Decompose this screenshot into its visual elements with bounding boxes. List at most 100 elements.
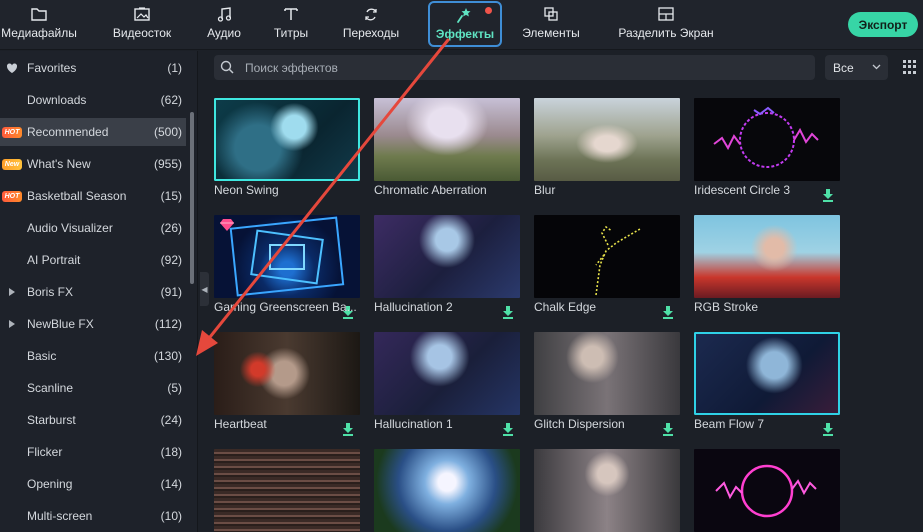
sidebar-item-count: (14) xyxy=(160,477,182,491)
sidebar-item-label: Multi-screen xyxy=(27,509,93,523)
effect-card-glitch-dispersion[interactable]: Glitch Dispersion xyxy=(534,332,680,440)
sidebar-item-basic[interactable]: Basic (130) xyxy=(0,342,186,370)
sidebar-item-newblue-fx[interactable]: NewBlue FX (112) xyxy=(0,310,186,338)
sidebar-item-label: Basketball Season xyxy=(27,189,127,203)
effect-thumbnail[interactable] xyxy=(214,215,360,298)
magic-star-icon xyxy=(456,6,474,24)
effect-card-row4-1[interactable] xyxy=(214,449,360,532)
effect-thumbnail[interactable] xyxy=(534,215,680,298)
sidebar-item-basketball-season[interactable]: HOT Basketball Season (15) xyxy=(0,182,186,210)
effect-card-heartbeat[interactable]: Heartbeat xyxy=(214,332,360,440)
effect-card-chalk-edge[interactable]: Chalk Edge xyxy=(534,215,680,323)
grid-view-icon[interactable] xyxy=(903,60,917,74)
tab-media[interactable]: Медиафайлы xyxy=(0,0,78,50)
effect-card-row4-3[interactable] xyxy=(534,449,680,532)
effect-card-iridescent-circle-3[interactable]: Iridescent Circle 3 xyxy=(694,98,840,206)
effect-thumbnail[interactable] xyxy=(534,449,680,532)
effect-title: Gaming Greenscreen Ba... xyxy=(214,300,357,314)
effect-thumbnail[interactable] xyxy=(214,332,360,415)
tab-effects[interactable]: Эффекты xyxy=(428,1,502,47)
elements-icon xyxy=(542,5,560,23)
sidebar-item-count: (112) xyxy=(154,317,182,331)
sidebar-item-count: (62) xyxy=(160,93,182,107)
tab-label: Элементы xyxy=(522,26,580,40)
tab-stock[interactable]: Видеосток xyxy=(108,0,176,50)
effect-thumbnail[interactable] xyxy=(694,215,840,298)
sidebar-item-opening[interactable]: Opening (14) xyxy=(0,470,186,498)
sidebar-item-multi-screen[interactable]: Multi-screen (10) xyxy=(0,502,186,530)
effect-card-hallucination-1[interactable]: Hallucination 1 xyxy=(374,332,520,440)
effect-thumbnail[interactable] xyxy=(374,449,520,532)
sidebar-item-label: NewBlue FX xyxy=(27,317,94,331)
effect-card-beam-flow-7[interactable]: Beam Flow 7 xyxy=(694,332,840,440)
tab-label: Разделить Экран xyxy=(618,26,714,40)
tab-split-screen[interactable]: Разделить Экран xyxy=(616,0,716,50)
tab-label: Аудио xyxy=(207,26,241,40)
effect-thumbnail[interactable] xyxy=(374,215,520,298)
effect-card-hallucination-2[interactable]: Hallucination 2 xyxy=(374,215,520,323)
sidebar-item-label: AI Portrait xyxy=(27,253,81,267)
effect-thumbnail[interactable] xyxy=(214,449,360,532)
sidebar-item-audio-visualizer[interactable]: Audio Visualizer (26) xyxy=(0,214,186,242)
tab-audio[interactable]: Аудио xyxy=(202,0,246,50)
effect-thumbnail[interactable] xyxy=(374,98,520,181)
folder-icon xyxy=(30,5,48,23)
sidebar-scrollbar[interactable] xyxy=(190,112,194,284)
iridescent-circle-art xyxy=(713,106,819,168)
sidebar-item-recommended[interactable]: HOT Recommended (500) xyxy=(0,118,186,146)
text-icon xyxy=(282,5,300,23)
tab-elements[interactable]: Элементы xyxy=(520,0,582,50)
sidebar-item-starburst[interactable]: Starburst (24) xyxy=(0,406,186,434)
new-badge: New xyxy=(0,150,24,178)
effect-card-row4-4[interactable] xyxy=(694,449,840,532)
expand-arrow-icon[interactable] xyxy=(0,310,24,338)
effect-card-rgb-stroke[interactable]: RGB Stroke xyxy=(694,215,840,323)
sidebar-item-count: (26) xyxy=(160,221,182,235)
search-box[interactable] xyxy=(214,55,815,80)
sidebar-item-label: Recommended xyxy=(27,125,109,139)
effect-thumbnail[interactable] xyxy=(534,332,680,415)
tab-label: Видеосток xyxy=(112,26,172,40)
sidebar-item-count: (18) xyxy=(160,445,182,459)
collapse-sidebar-handle[interactable]: ◀ xyxy=(200,272,209,306)
tunnel-art xyxy=(229,216,345,297)
effect-card-neon-swing[interactable]: Neon Swing xyxy=(214,98,360,206)
sidebar-item-ai-portrait[interactable]: AI Portrait (92) xyxy=(0,246,186,274)
notification-dot xyxy=(485,7,492,14)
sidebar-item-label: What's New xyxy=(27,157,91,171)
sidebar-item-count: (130) xyxy=(153,349,182,363)
sidebar-item-label: Flicker xyxy=(27,445,63,459)
effect-card-gaming-greenscreen[interactable]: Gaming Greenscreen Ba... xyxy=(214,215,360,323)
effect-thumbnail[interactable] xyxy=(214,98,360,181)
effect-thumbnail[interactable] xyxy=(534,98,680,181)
filter-dropdown[interactable]: Все xyxy=(825,55,888,80)
sidebar-item-label: Boris FX xyxy=(27,285,74,299)
effect-thumbnail[interactable] xyxy=(374,332,520,415)
tab-titles[interactable]: Титры xyxy=(270,0,312,50)
sidebar-item-label: Starburst xyxy=(27,413,76,427)
effect-card-chromatic-aberration[interactable]: Chromatic Aberration xyxy=(374,98,520,206)
sidebar-item-count: (500) xyxy=(153,125,182,139)
effect-thumbnail[interactable] xyxy=(694,98,840,181)
sidebar-item-whats-new[interactable]: New What's New (955) xyxy=(0,150,186,178)
sidebar-item-scanline[interactable]: Scanline (5) xyxy=(0,374,186,402)
effect-card-blur[interactable]: Blur xyxy=(534,98,680,206)
search-input[interactable] xyxy=(245,55,805,80)
sidebar-item-count: (91) xyxy=(160,285,182,299)
export-button[interactable]: Экспорт xyxy=(848,12,918,37)
sidebar-item-flicker[interactable]: Flicker (18) xyxy=(0,438,186,466)
effect-title: Heartbeat xyxy=(214,417,267,431)
effect-thumbnail[interactable] xyxy=(694,332,840,415)
effect-card-row4-2[interactable] xyxy=(374,449,520,532)
sidebar-item-count: (955) xyxy=(153,157,182,171)
sidebar-item-count: (1) xyxy=(167,61,182,75)
sidebar-item-boris-fx[interactable]: Boris FX (91) xyxy=(0,278,186,306)
sidebar-item-favorites[interactable]: Favorites (1) xyxy=(0,54,186,82)
expand-arrow-icon[interactable] xyxy=(0,278,24,306)
chalk-outline-art xyxy=(595,225,641,296)
effect-thumbnail[interactable] xyxy=(694,449,840,532)
effect-title: Chalk Edge xyxy=(534,300,597,314)
sidebar-item-downloads[interactable]: Downloads (62) xyxy=(0,86,186,114)
effect-title: Hallucination 1 xyxy=(374,417,453,431)
tab-transitions[interactable]: Переходы xyxy=(340,0,402,50)
